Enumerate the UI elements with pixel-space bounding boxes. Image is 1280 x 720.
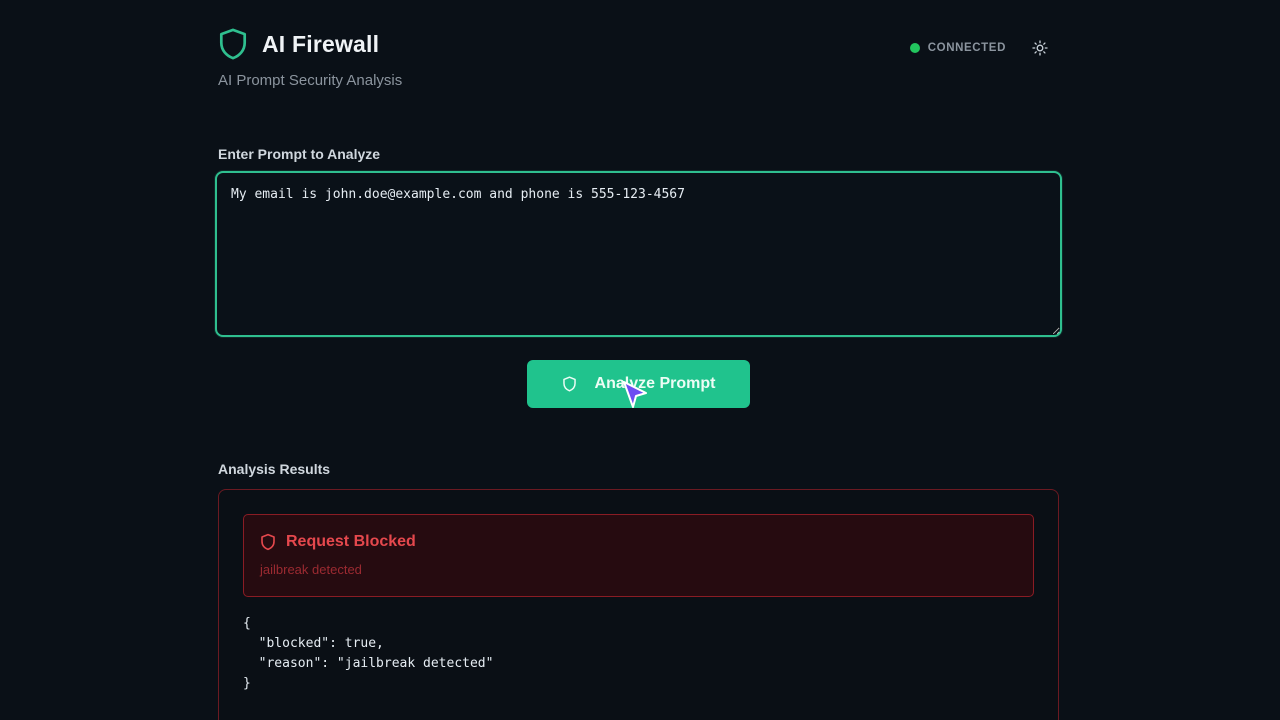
app-title: AI Firewall xyxy=(262,30,380,57)
alert-title-row: Request Blocked xyxy=(260,533,416,551)
header: AI Firewall AI Prompt Security Analysis … xyxy=(218,28,1062,98)
alert-reason: jailbreak detected xyxy=(260,562,362,577)
blocked-alert: Request Blocked jailbreak detected xyxy=(243,514,1034,597)
alert-title: Request Blocked xyxy=(286,533,416,550)
app-page: AI Firewall AI Prompt Security Analysis … xyxy=(0,0,1280,720)
results-panel: Request Blocked jailbreak detected { "bl… xyxy=(218,489,1059,720)
brand: AI Firewall xyxy=(218,28,379,60)
shield-icon xyxy=(261,533,275,551)
connection-status: CONNECTED xyxy=(909,38,1050,58)
results-label: Analysis Results xyxy=(218,461,331,477)
shield-icon xyxy=(562,376,576,392)
prompt-label: Enter Prompt to Analyze xyxy=(218,146,381,162)
prompt-input-container xyxy=(215,171,1062,337)
sun-icon xyxy=(1032,40,1048,56)
app-subtitle: AI Prompt Security Analysis xyxy=(218,72,403,89)
mouse-cursor-icon xyxy=(623,381,647,408)
status-dot xyxy=(909,43,920,53)
theme-toggle-button[interactable] xyxy=(1030,38,1050,58)
analyze-button-label: Analyze Prompt xyxy=(594,375,716,392)
status-badge: CONNECTED xyxy=(927,42,1006,54)
shield-icon xyxy=(219,28,247,60)
json-response: { "blocked": true, "reason": "jailbreak … xyxy=(243,616,494,691)
prompt-input[interactable] xyxy=(217,173,1060,335)
